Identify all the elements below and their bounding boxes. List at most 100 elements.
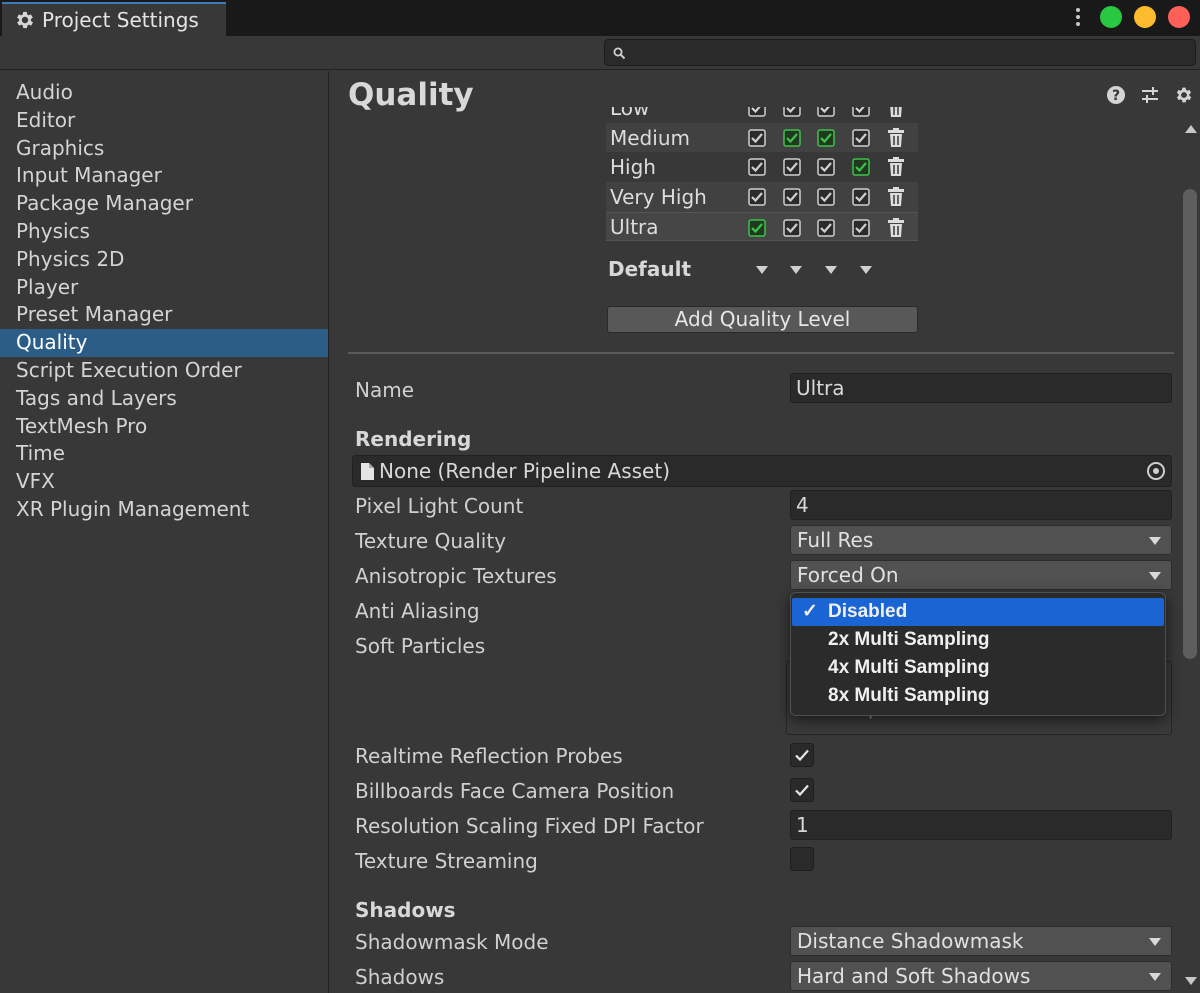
search-input[interactable] [604, 39, 1196, 66]
help-icon[interactable]: ? [1106, 85, 1126, 105]
trash-icon[interactable] [887, 107, 905, 117]
default-row: Default [606, 257, 918, 283]
platform-checkbox[interactable] [852, 107, 870, 117]
platform-checkbox[interactable] [817, 128, 835, 147]
toolbar [0, 36, 1200, 70]
platform-checkbox[interactable] [852, 128, 870, 147]
shadows-header: Shadows [355, 898, 456, 922]
quality-level-row[interactable]: Medium [606, 122, 918, 153]
platform-checkbox[interactable] [817, 158, 835, 177]
platform-checkbox[interactable] [783, 188, 801, 206]
object-picker-icon[interactable] [1147, 462, 1165, 480]
divider [348, 352, 1174, 354]
resolution-scaling-label: Resolution Scaling Fixed DPI Factor [355, 814, 704, 838]
sidebar-item-audio[interactable]: Audio [0, 79, 328, 107]
sidebar-item-physics[interactable]: Physics [0, 218, 328, 246]
main-panel: Quality ? Low Medium High Very High Ultra De… [330, 71, 1200, 993]
quality-level-row[interactable]: Ultra [606, 211, 918, 242]
default-dropdown-2[interactable] [825, 266, 837, 274]
quality-level-row[interactable]: Low [606, 107, 918, 123]
texture-quality-dropdown[interactable]: Full Res [790, 525, 1172, 555]
texture-streaming-checkbox[interactable] [790, 847, 814, 871]
resolution-scaling-field[interactable]: 1 [790, 810, 1172, 840]
svg-text:?: ? [1112, 88, 1120, 104]
sidebar-item-package-manager[interactable]: Package Manager [0, 190, 328, 218]
vertical-scrollbar[interactable] [1180, 119, 1200, 993]
platform-checkbox[interactable] [817, 219, 835, 237]
chevron-down-icon [1149, 537, 1161, 545]
more-options-icon[interactable] [1068, 5, 1088, 29]
platform-checkbox[interactable] [783, 219, 801, 237]
sidebar-item-tags-and-layers[interactable]: Tags and Layers [0, 385, 328, 413]
maximize-button[interactable] [1100, 6, 1122, 28]
platform-checkbox[interactable] [748, 158, 766, 177]
trash-icon[interactable] [887, 217, 905, 237]
close-button[interactable] [1168, 6, 1190, 28]
tab-title: Project Settings [42, 8, 199, 32]
platform-checkbox[interactable] [783, 158, 801, 177]
sidebar-item-script-execution-order[interactable]: Script Execution Order [0, 357, 328, 385]
render-pipeline-asset-field[interactable]: None (Render Pipeline Asset) [352, 455, 1172, 487]
sidebar-item-textmesh-pro[interactable]: TextMesh Pro [0, 413, 328, 441]
platform-checkbox[interactable] [817, 188, 835, 206]
pixel-light-count-label: Pixel Light Count [355, 494, 524, 518]
shadowmask-mode-dropdown[interactable]: Distance Shadowmask [790, 926, 1172, 956]
quality-level-name: Low [610, 107, 650, 120]
title-bar: Project Settings [0, 0, 1200, 36]
trash-icon[interactable] [887, 127, 905, 147]
anti-aliasing-label: Anti Aliasing [355, 599, 480, 623]
default-dropdown-3[interactable] [860, 266, 872, 274]
sidebar-item-player[interactable]: Player [0, 274, 328, 302]
anisotropic-textures-dropdown[interactable]: Forced On [790, 560, 1172, 590]
pixel-light-count-field[interactable]: 4 [790, 490, 1172, 520]
platform-checkbox[interactable] [783, 107, 801, 117]
sidebar-item-xr-plugin-management[interactable]: XR Plugin Management [0, 496, 328, 524]
sidebar: Audio Editor Graphics Input Manager Pack… [0, 71, 329, 993]
preset-sliders-icon[interactable] [1140, 85, 1160, 105]
default-dropdown-1[interactable] [790, 266, 802, 274]
scroll-up-arrow-icon[interactable] [1185, 125, 1197, 133]
sidebar-item-vfx[interactable]: VFX [0, 468, 328, 496]
render-pipeline-asset-value: None (Render Pipeline Asset) [379, 459, 670, 483]
quality-level-row[interactable]: High [606, 152, 918, 182]
menu-item-2x-multi-sampling[interactable]: 2x Multi Sampling [792, 626, 1164, 654]
menu-item-disabled[interactable]: ✓ Disabled [792, 598, 1164, 626]
name-field[interactable]: Ultra [790, 373, 1172, 403]
search-icon [613, 47, 626, 60]
menu-item-8x-multi-sampling[interactable]: 8x Multi Sampling [792, 682, 1164, 710]
sidebar-item-time[interactable]: Time [0, 440, 328, 468]
sidebar-item-physics-2d[interactable]: Physics 2D [0, 246, 328, 274]
platform-checkbox[interactable] [817, 107, 835, 117]
platform-checkbox[interactable] [748, 128, 766, 147]
shadows-dropdown[interactable]: Hard and Soft Shadows [790, 961, 1172, 991]
check-icon: ✓ [802, 601, 818, 622]
platform-checkbox[interactable] [852, 158, 870, 177]
tab-project-settings[interactable]: Project Settings [2, 2, 226, 36]
platform-checkbox[interactable] [783, 128, 801, 147]
settings-gear-icon[interactable] [1174, 85, 1194, 105]
platform-checkbox[interactable] [748, 107, 766, 117]
window-controls [1068, 5, 1190, 29]
platform-checkbox[interactable] [852, 188, 870, 206]
platform-checkbox[interactable] [748, 188, 766, 206]
default-dropdown-0[interactable] [756, 266, 768, 274]
billboards-face-camera-checkbox[interactable] [790, 778, 814, 802]
sidebar-item-graphics[interactable]: Graphics [0, 135, 328, 163]
menu-item-4x-multi-sampling[interactable]: 4x Multi Sampling [792, 654, 1164, 682]
menu-item-label: 2x Multi Sampling [828, 629, 990, 650]
minimize-button[interactable] [1134, 6, 1156, 28]
trash-icon[interactable] [887, 187, 905, 207]
sidebar-item-input-manager[interactable]: Input Manager [0, 162, 328, 190]
trash-icon[interactable] [887, 157, 905, 177]
sidebar-item-quality[interactable]: Quality [0, 329, 328, 357]
add-quality-level-button[interactable]: Add Quality Level [607, 306, 918, 333]
platform-checkbox[interactable] [748, 219, 766, 237]
sidebar-item-preset-manager[interactable]: Preset Manager [0, 301, 328, 329]
scroll-thumb[interactable] [1183, 189, 1197, 659]
scroll-down-arrow-icon[interactable] [1185, 977, 1197, 985]
anti-aliasing-menu: ✓ Disabled 2x Multi Sampling 4x Multi Sa… [790, 592, 1166, 716]
platform-checkbox[interactable] [852, 219, 870, 237]
realtime-reflection-probes-checkbox[interactable] [790, 743, 814, 767]
quality-level-row[interactable]: Very High [606, 182, 918, 212]
sidebar-item-editor[interactable]: Editor [0, 107, 328, 135]
